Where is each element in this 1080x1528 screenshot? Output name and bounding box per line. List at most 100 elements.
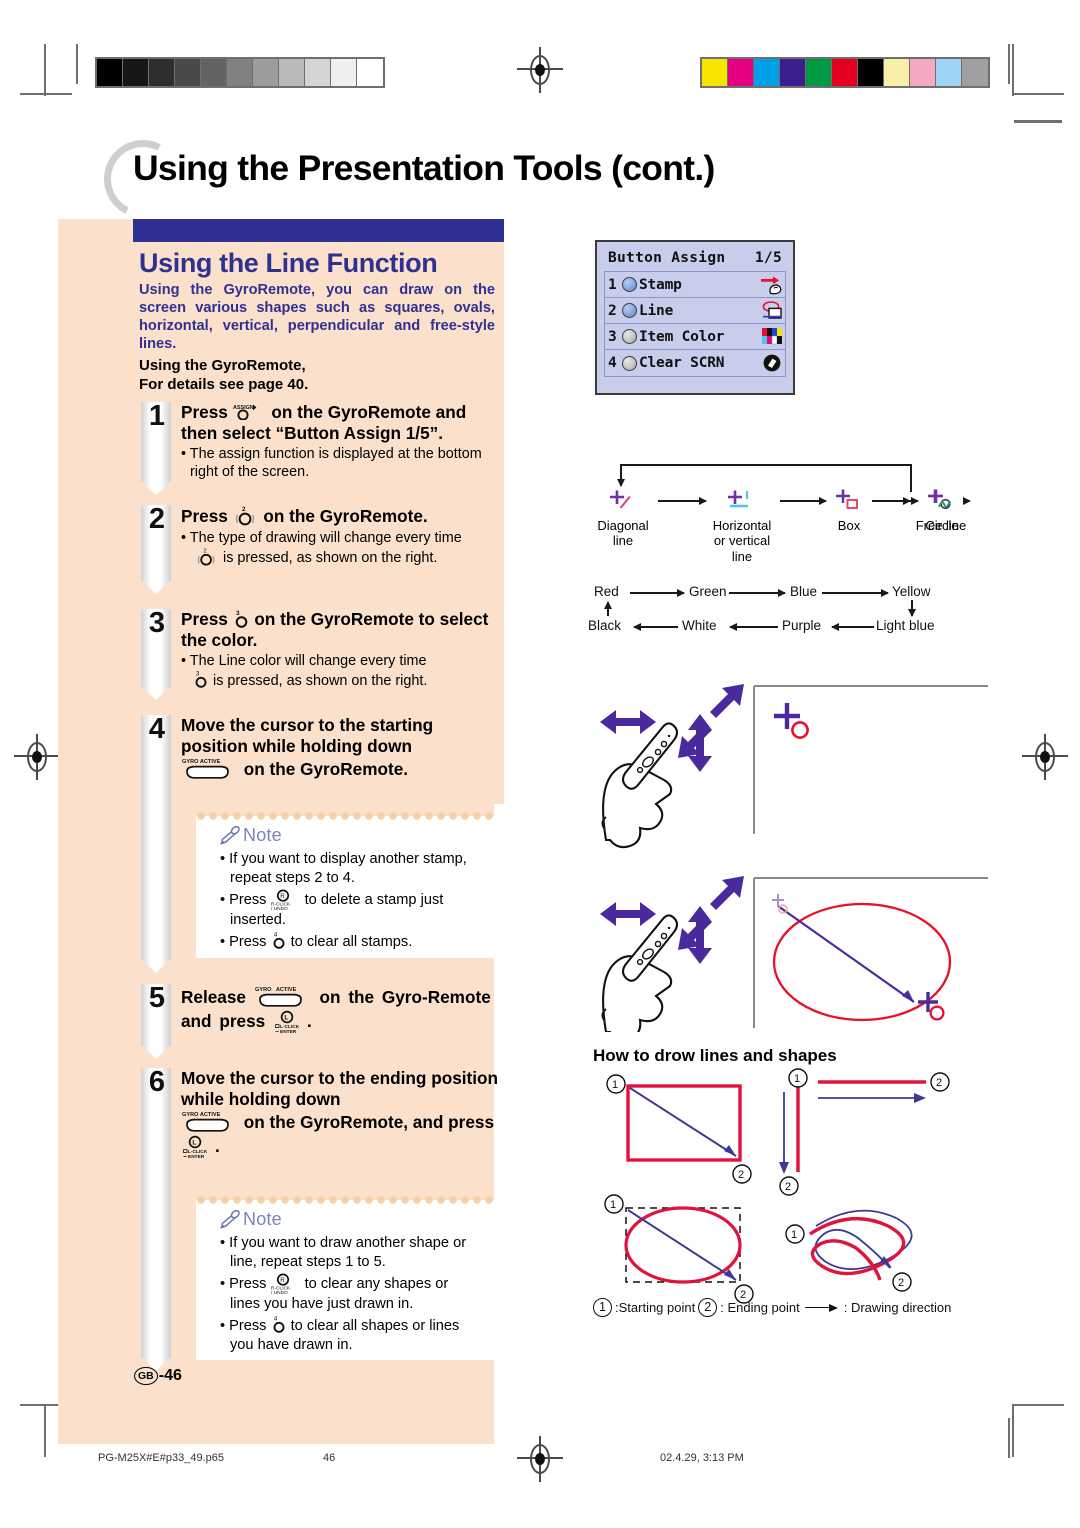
- section-title: Using the Line Function: [139, 248, 438, 278]
- step-3-bullet-2: is pressed, as shown on the right.: [213, 673, 428, 690]
- registration-mark-bottom: [517, 1436, 563, 1482]
- crop-mark-tr-h: [1012, 93, 1064, 95]
- draw-type-horizontal: Horizontal or vertical line: [706, 488, 778, 564]
- draw-type-freeline-label: Free line: [915, 517, 967, 533]
- osd-row-stamp[interactable]: 1 Stamp: [605, 272, 785, 298]
- step-2-text-b: on the GyroRemote.: [263, 506, 428, 526]
- color-swatch-0: [702, 59, 728, 86]
- step-2-text-a: Press: [181, 506, 228, 526]
- svg-text:L: L: [192, 1140, 196, 1147]
- osd-row-line[interactable]: 2 Line: [605, 298, 785, 324]
- section-accent-bar: [133, 219, 504, 242]
- section-lead: Using the GyroRemote, you can draw on th…: [139, 282, 495, 352]
- howto-ellipse-example: 1 2: [604, 1194, 754, 1304]
- note-box-1-item-2-prefix: • Press: [220, 891, 267, 908]
- ellipse-drawing-example: [772, 894, 952, 1022]
- legend-end-marker: 2: [698, 1298, 718, 1317]
- draw-type-box: Box: [824, 488, 874, 533]
- section-subtitle: Using the GyroRemote, For details see pa…: [139, 357, 489, 395]
- osd-row-item-color-label: Item Color: [639, 328, 725, 345]
- hand-remote-bottom: [601, 914, 679, 1032]
- pencil-icon: [220, 825, 240, 845]
- hand-remote-top: [601, 722, 679, 849]
- color-arrow-yellow-lightblue: [908, 600, 915, 617]
- gyroremote-illustrations: [600, 684, 988, 1032]
- grayscale-swatch-1: [123, 59, 149, 86]
- osd-page-indicator: 1/5: [754, 250, 782, 266]
- r-click-undo-button-icon: R R-CLICK / UNDO: [271, 889, 291, 912]
- page-number-badge: GB -46: [134, 1367, 182, 1386]
- step-1-text-a: Press: [181, 402, 228, 422]
- box-icon: [836, 489, 858, 509]
- svg-text:1: 1: [791, 1229, 797, 1241]
- eraser-icon: [759, 353, 785, 373]
- step-2-number: 2: [148, 503, 166, 535]
- draw-type-horizontal-label: Horizontal or vertical line: [712, 517, 772, 564]
- grayscale-swatch-9: [331, 59, 357, 86]
- howto-freeline-example: 1 2: [785, 1209, 913, 1292]
- grayscale-calibration-strip: [95, 57, 385, 88]
- svg-text:2: 2: [785, 1181, 791, 1193]
- svg-text:1: 1: [610, 1199, 616, 1211]
- note-box-1-label: Note: [243, 825, 282, 845]
- note-box-1-item-3-suffix: to clear all stamps.: [290, 933, 413, 950]
- step-4-number: 4: [148, 713, 166, 745]
- note-box-1-item-1: • If you want to display another stamp, …: [220, 851, 467, 886]
- step-4-text-a: Move the cursor to the starting position…: [181, 715, 434, 756]
- osd-row-line-label: Line: [639, 302, 674, 319]
- crop-mark-bl-v: [44, 1405, 46, 1457]
- color-arrow-red-green: [630, 589, 685, 596]
- color-light-blue: Light blue: [876, 618, 935, 633]
- color-swatch-7: [884, 59, 910, 86]
- osd-row-clear-scrn[interactable]: 4 Clear SCRN: [605, 350, 785, 376]
- note-box-1-item-2-line: • Press R R-CLICK / UNDO to delete a sta…: [220, 889, 482, 930]
- step-1-bullets: • The assign function is displayed at th…: [181, 445, 499, 481]
- color-arrow-lightblue-purple: [831, 623, 874, 630]
- button-2-icon: 2: [235, 506, 254, 526]
- step-2-text: Press 2 on the GyroRemote.: [181, 505, 499, 527]
- cycle-loop-top: [620, 464, 912, 466]
- color-black: Black: [588, 618, 622, 633]
- step-5-text-a: Release: [181, 987, 246, 1007]
- legend-direction-arrow: [804, 1303, 839, 1313]
- osd-row-list: 1 Stamp 2 Line 3 Item Color 4 Clear SCRN: [604, 271, 786, 377]
- grayscale-swatch-6: [253, 59, 279, 86]
- color-blue: Blue: [790, 584, 818, 599]
- osd-row-item-color[interactable]: 3 Item Color: [605, 324, 785, 350]
- registration-mark-left: [14, 734, 60, 780]
- osd-header: Button Assign 1/5: [604, 248, 786, 271]
- step-6-text-c: .: [215, 1136, 220, 1157]
- step-2-bullet-2-line: 2 is pressed, as shown on the right.: [181, 547, 499, 567]
- cursor-circle-top: [774, 703, 809, 739]
- svg-text:L: L: [284, 1015, 288, 1022]
- svg-text:2: 2: [936, 1077, 942, 1089]
- step-3-number: 3: [148, 607, 166, 639]
- button-3-icon: 3: [235, 610, 247, 628]
- button-4-icon: 4: [273, 932, 284, 949]
- draw-type-diagonal-label: Diagonal line: [597, 517, 649, 549]
- content-panel-footer-stub: [58, 1434, 494, 1444]
- color-swatch-4: [806, 59, 832, 86]
- svg-text:1: 1: [612, 1079, 618, 1091]
- legend-start-marker: 1: [593, 1298, 612, 1317]
- note-box-2-item-3-line: • Press 4 to clear all shapes or lines y…: [220, 1315, 482, 1355]
- color-arrow-black-red: [604, 601, 611, 616]
- step-3-text: Press 3 on the GyroRemote to select the …: [181, 609, 499, 650]
- svg-text:R: R: [280, 893, 285, 900]
- crop-mark-tr2-h: [1014, 120, 1062, 123]
- note-box-2-list: • If you want to draw another shape or l…: [196, 1232, 494, 1366]
- svg-text:2: 2: [738, 1169, 744, 1181]
- osd-row-clear-scrn-label: Clear SCRN: [639, 355, 725, 371]
- step-3-bullets: • The Line color will change every time …: [181, 652, 499, 690]
- color-arrow-purple-white: [729, 623, 778, 630]
- grayscale-swatch-5: [227, 59, 253, 86]
- svg-text:3: 3: [236, 610, 240, 617]
- assign-button-icon: ASSIGN: [233, 404, 257, 421]
- grayscale-swatch-8: [305, 59, 331, 86]
- grayscale-swatch-0: [97, 59, 123, 86]
- svg-text:2: 2: [203, 548, 206, 554]
- osd-row-stamp-index: 1: [608, 276, 617, 293]
- cycle-arrow-5: [872, 497, 911, 504]
- howto-box-example: 1 2: [606, 1074, 752, 1184]
- svg-text:4: 4: [273, 1316, 277, 1323]
